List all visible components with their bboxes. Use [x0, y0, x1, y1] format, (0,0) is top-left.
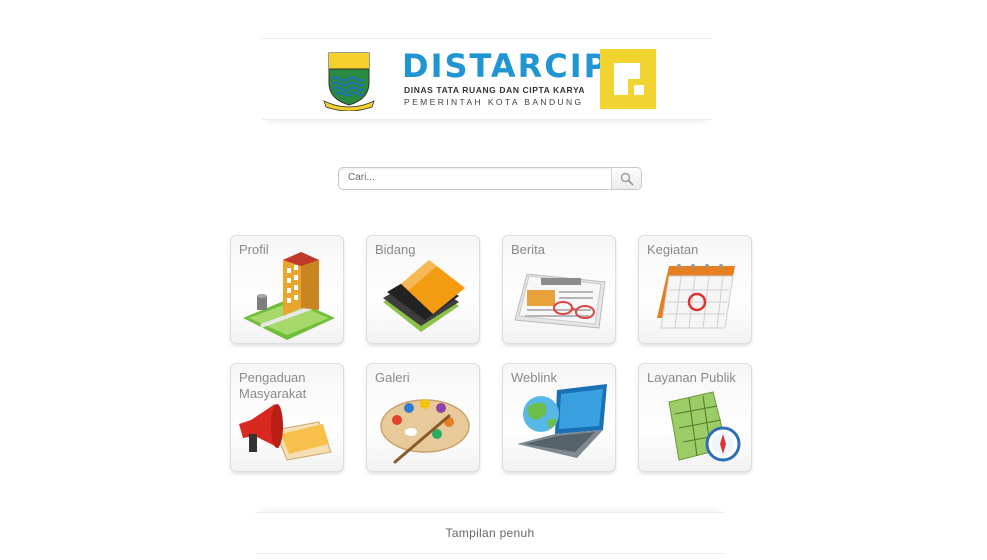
- search-button[interactable]: [611, 168, 641, 189]
- site-header: DISTARCIP DINAS TATA RUANG DAN CIPTA KAR…: [262, 38, 712, 120]
- bandung-crest-logo: [323, 52, 375, 111]
- full-view-link[interactable]: Tampilan penuh: [255, 526, 725, 540]
- footer-bar: Tampilan penuh: [255, 512, 725, 554]
- tile-berita[interactable]: Berita: [502, 235, 616, 344]
- tile-label: Bidang: [375, 242, 416, 257]
- tile-bidang[interactable]: Bidang: [366, 235, 480, 344]
- tile-profil[interactable]: Profil: [230, 235, 344, 344]
- magnifier-icon: [620, 172, 633, 185]
- tile-label: Weblink: [511, 370, 558, 385]
- tile-galeri[interactable]: Galeri: [366, 363, 480, 472]
- tile-label: Pengaduan Masyarakat: [239, 370, 307, 401]
- tile-weblink[interactable]: Weblink: [502, 363, 616, 472]
- tile-label: Profil: [239, 242, 269, 257]
- tile-pengaduan-masyarakat[interactable]: Pengaduan Masyarakat: [230, 363, 344, 472]
- tile-label: Layanan Publik: [647, 370, 736, 385]
- tile-label: Galeri: [375, 370, 410, 385]
- tile-label: Berita: [511, 242, 545, 257]
- pu-logo: [600, 49, 656, 109]
- site-subtitle: DINAS TATA RUANG DAN CIPTA KARYA: [404, 85, 586, 95]
- site-title: DISTARCIP: [402, 47, 610, 85]
- tile-layanan-publik[interactable]: Layanan Publik: [638, 363, 752, 472]
- tile-kegiatan[interactable]: Kegiatan: [638, 235, 752, 344]
- search-box: [338, 167, 642, 190]
- search-input[interactable]: [339, 168, 610, 187]
- site-subtitle-government: PEMERINTAH KOTA BANDUNG: [404, 97, 584, 107]
- tile-label: Kegiatan: [647, 242, 699, 257]
